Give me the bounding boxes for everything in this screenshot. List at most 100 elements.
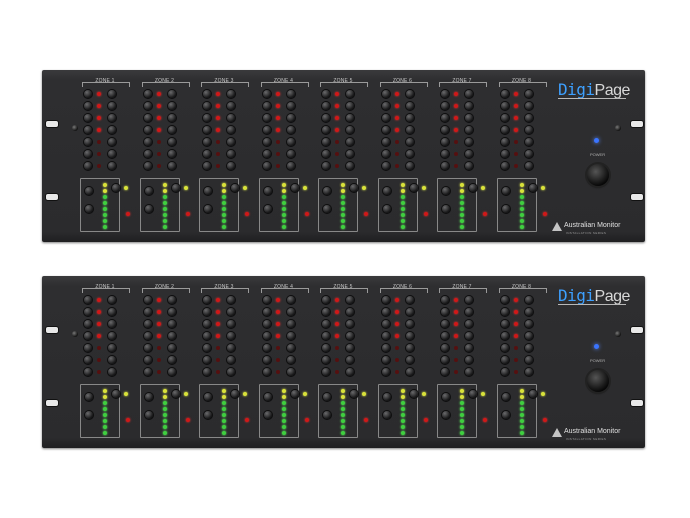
priority-button[interactable] [524, 138, 533, 146]
source-button[interactable] [84, 320, 92, 328]
priority-button[interactable] [108, 162, 116, 170]
priority-button[interactable] [286, 114, 295, 122]
source-button[interactable] [322, 344, 330, 352]
priority-button[interactable] [346, 308, 354, 316]
source-button[interactable] [203, 368, 211, 376]
priority-button[interactable] [405, 344, 414, 352]
source-button[interactable] [262, 320, 271, 328]
priority-button[interactable] [405, 162, 414, 170]
priority-button[interactable] [108, 368, 116, 376]
priority-button[interactable] [286, 102, 295, 110]
volume-button[interactable] [442, 187, 450, 195]
source-button[interactable] [441, 126, 449, 134]
source-button[interactable] [84, 150, 92, 158]
priority-button[interactable] [108, 344, 116, 352]
mute-button[interactable] [171, 390, 180, 398]
priority-button[interactable] [405, 368, 414, 376]
priority-button[interactable] [524, 368, 533, 376]
priority-button[interactable] [405, 126, 414, 134]
volume-button[interactable] [85, 187, 93, 195]
priority-button[interactable] [167, 368, 176, 376]
volume-button[interactable] [263, 187, 272, 195]
volume-button[interactable] [323, 205, 331, 213]
source-button[interactable] [381, 320, 390, 328]
source-button[interactable] [441, 320, 449, 328]
source-button[interactable] [441, 344, 449, 352]
priority-button[interactable] [286, 308, 295, 316]
source-button[interactable] [500, 320, 509, 328]
source-button[interactable] [441, 308, 449, 316]
source-button[interactable] [441, 332, 449, 340]
priority-button[interactable] [346, 138, 354, 146]
source-button[interactable] [262, 126, 271, 134]
source-button[interactable] [381, 114, 390, 122]
priority-button[interactable] [524, 356, 533, 364]
priority-button[interactable] [465, 356, 473, 364]
volume-button[interactable] [501, 205, 510, 213]
source-button[interactable] [262, 332, 271, 340]
priority-button[interactable] [167, 114, 176, 122]
source-button[interactable] [322, 368, 330, 376]
source-button[interactable] [441, 368, 449, 376]
priority-button[interactable] [167, 344, 176, 352]
source-button[interactable] [441, 162, 449, 170]
source-button[interactable] [381, 356, 390, 364]
source-button[interactable] [500, 344, 509, 352]
priority-button[interactable] [167, 102, 176, 110]
priority-button[interactable] [167, 150, 176, 158]
priority-button[interactable] [286, 296, 295, 304]
priority-button[interactable] [346, 126, 354, 134]
priority-button[interactable] [167, 296, 176, 304]
source-button[interactable] [262, 150, 271, 158]
priority-button[interactable] [465, 102, 473, 110]
priority-button[interactable] [465, 150, 473, 158]
source-button[interactable] [262, 344, 271, 352]
priority-button[interactable] [405, 356, 414, 364]
source-button[interactable] [322, 90, 330, 98]
source-button[interactable] [381, 332, 390, 340]
source-button[interactable] [84, 296, 92, 304]
priority-button[interactable] [286, 162, 295, 170]
volume-button[interactable] [85, 205, 93, 213]
source-button[interactable] [203, 344, 211, 352]
priority-button[interactable] [286, 332, 295, 340]
source-button[interactable] [143, 368, 152, 376]
priority-button[interactable] [227, 296, 235, 304]
source-button[interactable] [500, 138, 509, 146]
priority-button[interactable] [346, 162, 354, 170]
priority-button[interactable] [167, 138, 176, 146]
source-button[interactable] [203, 90, 211, 98]
source-button[interactable] [262, 162, 271, 170]
source-button[interactable] [322, 356, 330, 364]
priority-button[interactable] [524, 126, 533, 134]
priority-button[interactable] [227, 162, 235, 170]
priority-button[interactable] [346, 356, 354, 364]
power-knob-icon[interactable] [587, 370, 609, 392]
priority-button[interactable] [346, 150, 354, 158]
volume-button[interactable] [144, 187, 153, 195]
volume-button[interactable] [144, 205, 153, 213]
source-button[interactable] [203, 162, 211, 170]
volume-button[interactable] [382, 411, 391, 419]
volume-button[interactable] [263, 393, 272, 401]
priority-button[interactable] [286, 356, 295, 364]
priority-button[interactable] [108, 296, 116, 304]
source-button[interactable] [381, 344, 390, 352]
source-button[interactable] [262, 102, 271, 110]
priority-button[interactable] [465, 320, 473, 328]
source-button[interactable] [500, 114, 509, 122]
mute-button[interactable] [528, 390, 537, 398]
mute-button[interactable] [290, 184, 299, 192]
priority-button[interactable] [465, 90, 473, 98]
source-button[interactable] [322, 332, 330, 340]
source-button[interactable] [441, 102, 449, 110]
priority-button[interactable] [108, 102, 116, 110]
volume-button[interactable] [501, 187, 510, 195]
priority-button[interactable] [524, 344, 533, 352]
source-button[interactable] [143, 356, 152, 364]
priority-button[interactable] [524, 114, 533, 122]
priority-button[interactable] [524, 296, 533, 304]
source-button[interactable] [322, 162, 330, 170]
priority-button[interactable] [465, 308, 473, 316]
priority-button[interactable] [405, 150, 414, 158]
